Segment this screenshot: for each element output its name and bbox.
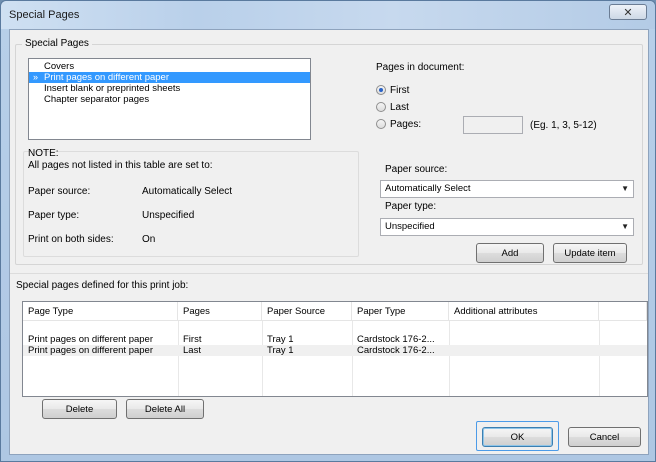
paper-source-select[interactable]: Automatically Select ▼ <box>380 180 634 198</box>
defined-pages-table[interactable]: Page Type Pages Paper Source Paper Type … <box>22 301 648 397</box>
special-pages-list[interactable]: Covers » Print pages on different paper … <box>28 58 311 140</box>
cell-paper-source: Tray 1 <box>267 334 294 345</box>
defined-pages-label: Special pages defined for this print job… <box>16 280 189 291</box>
table-row[interactable]: Print pages on different paper Last Tray… <box>23 345 647 356</box>
cell-additional-attributes <box>449 345 599 356</box>
list-item-label: Print pages on different paper <box>44 72 169 83</box>
title-bar[interactable]: Special Pages ✕ <box>1 1 655 29</box>
note-title: NOTE: <box>28 148 59 159</box>
window-title: Special Pages <box>9 9 80 21</box>
column-divider <box>262 321 263 396</box>
divider <box>10 273 648 274</box>
delete-button-label: Delete <box>65 403 94 415</box>
list-item[interactable]: » Print pages on different paper <box>29 72 310 83</box>
cell-page-type: Print pages on different paper <box>28 334 153 345</box>
radio-first[interactable] <box>376 85 386 95</box>
radio-pages[interactable] <box>376 119 386 129</box>
note-subtitle: All pages not listed in this table are s… <box>28 160 213 171</box>
cancel-button-label: Cancel <box>589 431 620 443</box>
pages-input[interactable] <box>463 116 523 134</box>
note-paper-type-label: Paper type: <box>28 210 80 221</box>
paper-source-label: Paper source: <box>385 164 448 175</box>
special-pages-group-label: Special Pages <box>22 38 92 49</box>
list-item[interactable]: Chapter separator pages <box>29 94 310 105</box>
paper-type-value: Unspecified <box>385 221 435 232</box>
cell-paper-source: Tray 1 <box>267 345 294 356</box>
dialog-window: Special Pages ✕ Special Pages Covers » P… <box>0 0 656 462</box>
cell-pages: First <box>183 334 202 345</box>
radio-pages-label[interactable]: Pages: <box>390 119 421 130</box>
delete-button[interactable]: Delete <box>42 399 117 419</box>
cell-paper-type: Cardstock 176-2... <box>357 345 435 356</box>
radio-last-label[interactable]: Last <box>390 102 409 113</box>
list-item[interactable]: Covers <box>29 61 310 72</box>
column-header-paper-source[interactable]: Paper Source <box>262 302 352 321</box>
close-icon: ✕ <box>623 6 633 19</box>
column-divider <box>599 321 600 396</box>
add-button-label: Add <box>501 247 519 259</box>
column-header-paper-type[interactable]: Paper Type <box>352 302 449 321</box>
selection-marker: » <box>33 72 39 82</box>
paper-type-label: Paper type: <box>385 201 437 212</box>
list-item[interactable]: Insert blank or preprinted sheets <box>29 83 310 94</box>
note-paper-type-value: Unspecified <box>142 210 195 221</box>
chevron-down-icon: ▼ <box>621 222 629 231</box>
update-item-button-label: Update item <box>564 247 616 259</box>
column-header-pages[interactable]: Pages <box>178 302 262 321</box>
column-divider <box>449 321 450 396</box>
list-item-label: Chapter separator pages <box>44 94 150 105</box>
paper-type-select[interactable]: Unspecified ▼ <box>380 218 634 236</box>
chevron-down-icon: ▼ <box>621 184 629 193</box>
column-header-filler <box>599 302 647 321</box>
table-row[interactable]: Print pages on different paper First Tra… <box>23 334 647 345</box>
cell-page-type: Print pages on different paper <box>28 345 153 356</box>
cancel-button[interactable]: Cancel <box>568 427 641 447</box>
column-divider <box>178 321 179 396</box>
column-header-page-type[interactable]: Page Type <box>23 302 178 321</box>
cell-pages: Last <box>183 345 201 356</box>
dialog-client-area: Special Pages Covers » Print pages on di… <box>9 29 649 455</box>
note-duplex-value: On <box>142 234 156 245</box>
radio-first-label[interactable]: First <box>390 85 409 96</box>
delete-all-button-label: Delete All <box>144 403 186 415</box>
ok-button[interactable]: OK <box>482 427 553 447</box>
radio-last[interactable] <box>376 102 386 112</box>
paper-source-value: Automatically Select <box>385 183 471 194</box>
cell-additional-attributes <box>449 334 599 345</box>
pages-hint: (Eg. 1, 3, 5-12) <box>530 120 597 131</box>
ok-button-label: OK <box>510 431 525 443</box>
add-button[interactable]: Add <box>476 243 544 263</box>
cell-paper-type: Cardstock 176-2... <box>357 334 435 345</box>
pages-in-document-label: Pages in document: <box>376 62 465 73</box>
close-button[interactable]: ✕ <box>609 4 647 20</box>
delete-all-button[interactable]: Delete All <box>126 399 204 419</box>
column-divider <box>352 321 353 396</box>
list-item-label: Covers <box>44 61 75 72</box>
note-duplex-label: Print on both sides: <box>28 234 114 245</box>
note-paper-source-value: Automatically Select <box>142 186 233 197</box>
note-paper-source-label: Paper source: <box>28 186 91 197</box>
column-header-additional-attributes[interactable]: Additional attributes <box>449 302 599 321</box>
list-item-label: Insert blank or preprinted sheets <box>44 83 181 94</box>
update-item-button[interactable]: Update item <box>553 243 627 263</box>
